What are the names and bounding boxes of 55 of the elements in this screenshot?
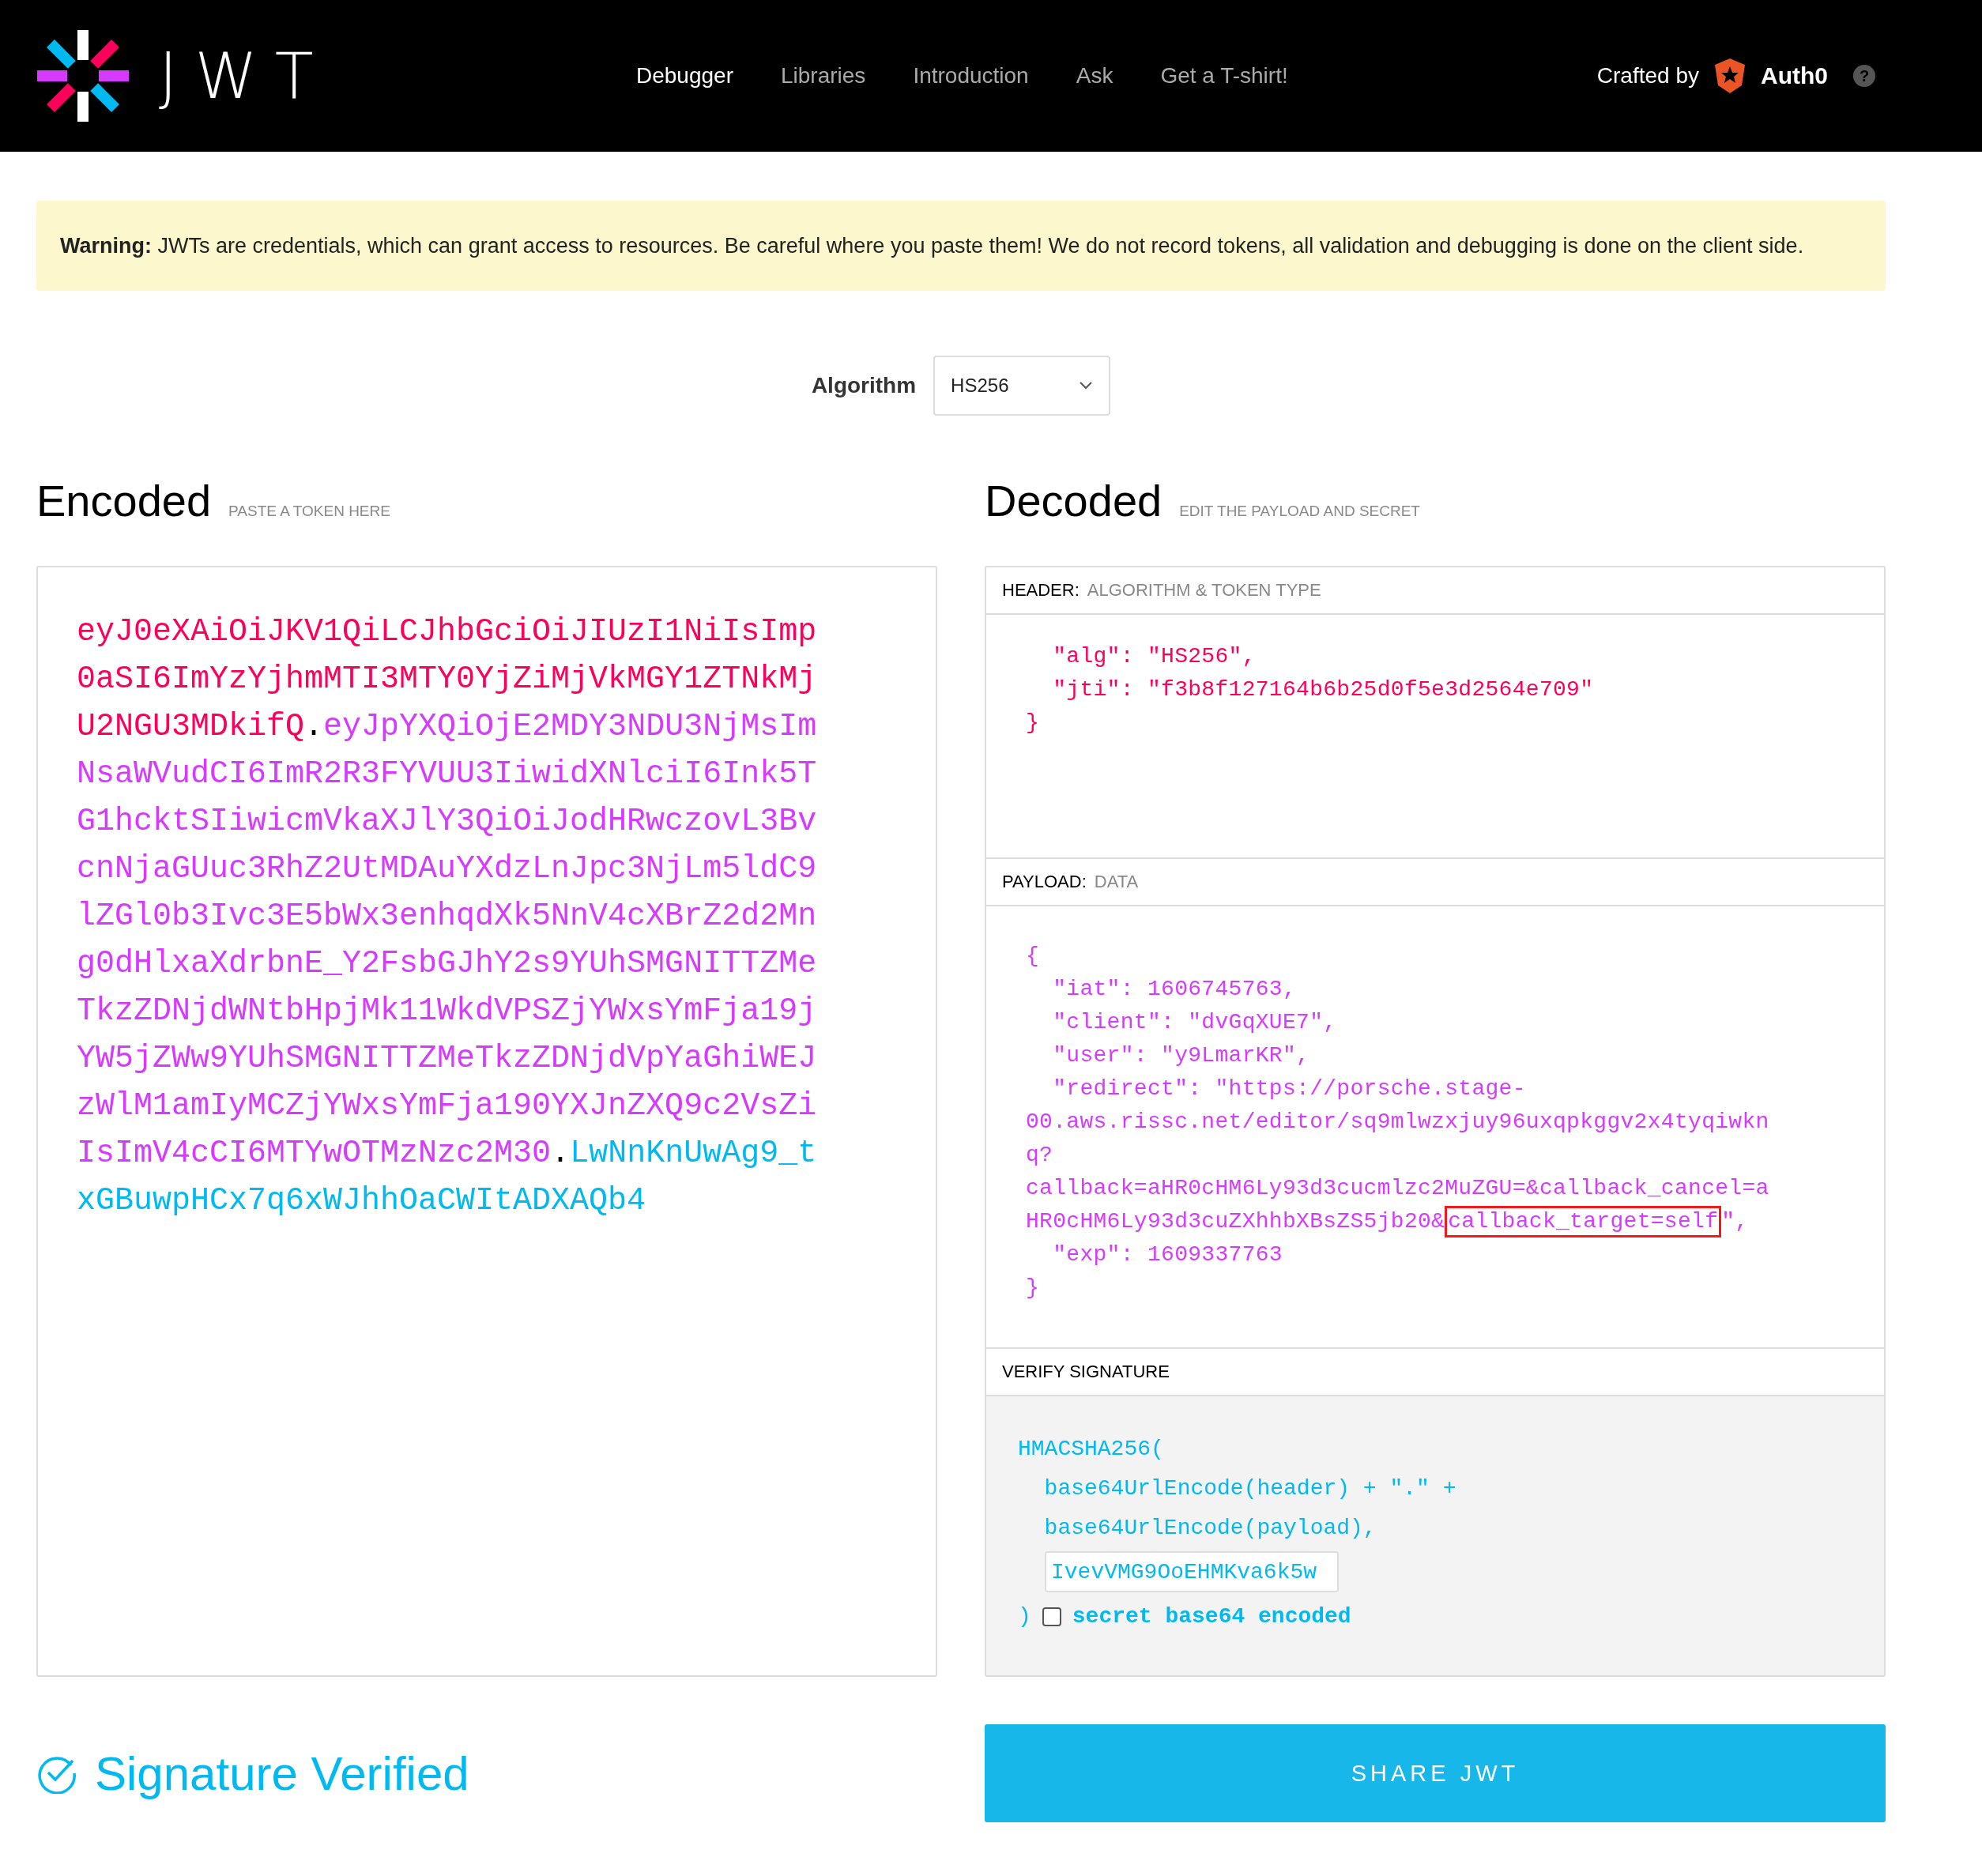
- warning-text: Warning: JWTs are credentials, which can grant access to resources. Be careful where you paste them! We do not record tokens, all validation and debugging is done on the client side.: [60, 233, 1804, 258]
- token-line: lZGl0b3Ivc3E5bWx3enhqdXk5NnV4cXBrZ2d2Mn: [77, 898, 817, 936]
- nav-link[interactable]: Introduction: [913, 63, 1029, 89]
- highlight-box: callback_target=self: [1445, 1206, 1722, 1237]
- token-line: U2NGU3MDkifQ.eyJpYXQiOjE2MDY3NDU3NjMsIm: [77, 708, 817, 746]
- algorithm-label: Algorithm: [811, 373, 917, 398]
- nav-link[interactable]: Libraries: [781, 63, 866, 89]
- section-label: PAYLOAD:: [1002, 872, 1087, 892]
- algorithm-select[interactable]: HS256: [933, 356, 1111, 416]
- token-line: cnNjaGUuc3RhZ2UtMDAuYXdzLnJpc3NjLm5ldC9: [77, 850, 817, 888]
- token-line: zWlM1amIyMCZjYWxsYmFja190YXJnZXQ9c2VsZi: [77, 1087, 817, 1125]
- token-line: g0dHlxaXdrbnE_Y2FsbGJhY2s9YUhSMGNITTZMe: [77, 945, 817, 983]
- code-line: HR0cHM6Ly93d3cuZXhhbXBsZS5jb20&callback_target=self",: [1026, 1205, 1884, 1238]
- code-line: base64UrlEncode(header) + "." +: [1043, 1475, 1457, 1502]
- nav-link[interactable]: Ask: [1076, 63, 1113, 89]
- code-line: 00.aws.rissc.net/editor/sq9mlwzxjuy96uxqpkggv2x4tyqiwkn: [1026, 1109, 1770, 1136]
- code-line: "exp": 1609337763: [1052, 1241, 1283, 1268]
- code-line: "redirect": "https://porsche.stage-: [1052, 1075, 1527, 1102]
- encoded-heading: Encoded: [36, 475, 212, 526]
- closing-paren: ): [1018, 1603, 1031, 1630]
- code-line: "alg": "HS256",: [1052, 643, 1257, 670]
- crafted-by-text: Crafted by: [1596, 63, 1699, 89]
- code-line: }: [1026, 710, 1041, 736]
- token-line: YW5jZWw9YUhSMGNITTZMeTkzZDNjdVpYaGhiWEJ: [77, 1040, 817, 1078]
- header-editor[interactable]: "alg": "HS256", "jti": "f3b8f127164b6b25d0f5e3d2564e709" }: [986, 615, 1884, 859]
- signature-status: Signature Verified: [95, 1746, 469, 1801]
- logo-text: JWT: [159, 39, 331, 113]
- code-line: HMACSHA256(: [1018, 1436, 1165, 1463]
- section-sublabel: ALGORITHM & TOKEN TYPE: [1087, 580, 1321, 601]
- token-line: NsaWVudCI6ImR2R3FYVUU3IiwidXNlciI6Ink5T: [77, 755, 817, 793]
- code-line: {: [1026, 943, 1041, 970]
- code-line: "jti": "f3b8f127164b6b25d0f5e3d2564e709": [1052, 676, 1595, 703]
- code-line: "iat": 1606745763,: [1052, 976, 1298, 1003]
- checkbox-label: secret base64 encoded: [1072, 1603, 1351, 1630]
- encoded-subtitle: PASTE A TOKEN HERE: [228, 503, 390, 520]
- brand-name: Auth0: [1761, 62, 1828, 89]
- nav-link[interactable]: Debugger: [636, 63, 733, 89]
- code-line: "user": "y9LmarKR",: [1052, 1042, 1311, 1069]
- token-line: eyJ0eXAiOiJKV1QiLCJhbGciOiJIUzI1NiIsImp: [77, 613, 817, 651]
- token-line: IsImV4cCI6MTYwOTMzNzc2M30.LwNnKnUwAg9_t: [77, 1135, 817, 1173]
- decoded-subtitle: EDIT THE PAYLOAD AND SECRET: [1179, 503, 1420, 520]
- token-line: G1hcktSIiwicmVkaXJlY3QiOiJodHRwczovL3Bv: [77, 803, 817, 841]
- section-sublabel: DATA: [1094, 872, 1139, 892]
- code-line: q?: [1026, 1142, 1054, 1169]
- code-line: base64UrlEncode(payload),: [1043, 1515, 1377, 1542]
- decoded-heading: Decoded: [985, 475, 1162, 526]
- token-line: TkzZDNjdWNtbHpjMk11WkdVPSZjYWxsYmFja19j: [77, 993, 817, 1030]
- section-label: VERIFY SIGNATURE: [1002, 1362, 1170, 1382]
- section-label: HEADER:: [1002, 580, 1080, 601]
- code-line: }: [1026, 1275, 1041, 1302]
- nav-link[interactable]: Get a T-shirt!: [1160, 63, 1288, 89]
- code-line: "client": "dvGqXUE7",: [1052, 1009, 1338, 1036]
- code-line: callback=aHR0cHM6Ly93d3cucmlzc2MuZGU=&callback_cancel=a: [1026, 1175, 1770, 1202]
- token-line: 0aSI6ImYzYjhmMTI3MTY0YjZiMjVkMGY1ZTNkMj: [77, 661, 817, 699]
- token-line: xGBuwpHCx7q6xWJhhOaCWItADXAQb4: [77, 1182, 646, 1220]
